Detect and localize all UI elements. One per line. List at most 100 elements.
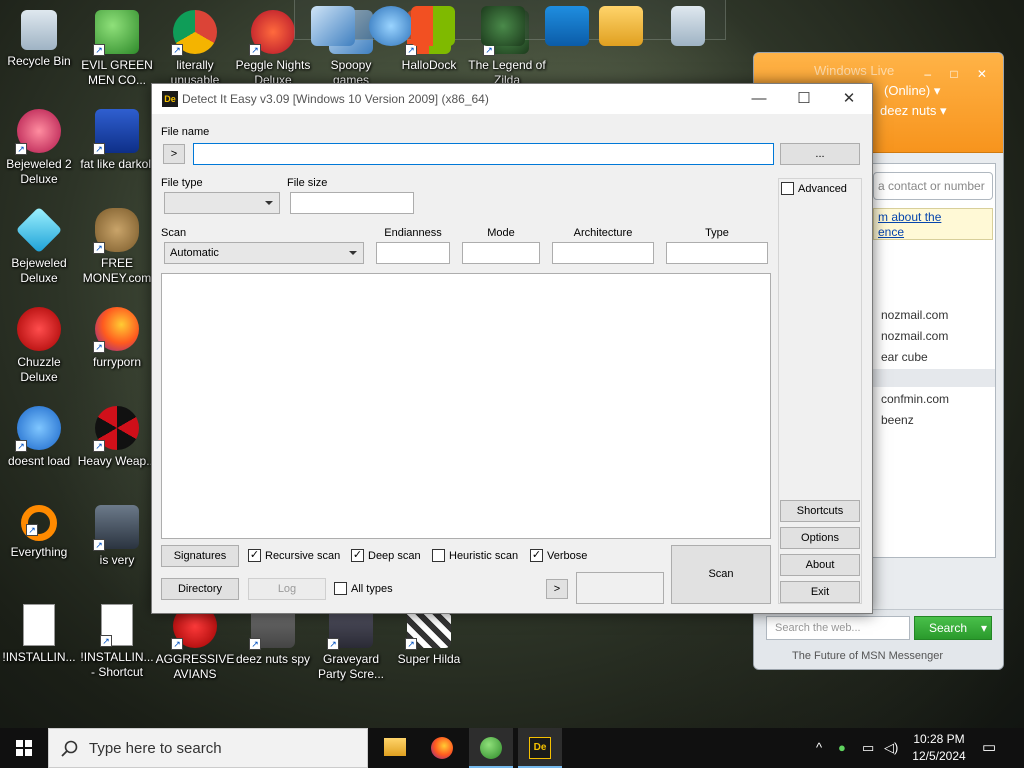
dock-hallodock-icon[interactable] [411,6,455,46]
signatures-button[interactable]: Signatures [161,545,239,567]
taskbar-detect-it-easy[interactable]: De [518,728,562,768]
taskbar-file-explorer[interactable] [372,728,416,768]
desktop-icon-is-very[interactable]: ↗ is very [77,499,157,568]
web-search-input[interactable]: Search the web... [766,616,910,640]
file-size-label: File size [287,177,328,189]
web-search-button[interactable]: Search ▾ [914,616,992,640]
window-title: Detect It Easy v3.09 [Windows 10 Version… [182,92,489,106]
messenger-footer-text: The Future of MSN Messenger [792,650,944,662]
dock-globe-icon[interactable] [369,6,413,46]
title-bar[interactable]: De Detect It Easy v3.09 [Windows 10 Vers… [152,84,872,114]
chuzzle-icon [17,307,61,351]
dock-zilda-icon[interactable] [481,6,525,46]
heuristic-scan-checkbox[interactable]: Heuristic scan [432,549,518,563]
dock-drive-icon[interactable] [545,6,589,46]
windows-logo-icon [16,740,32,756]
endianness-field [376,242,450,264]
desktop-icon-chuzzle[interactable]: Chuzzle Deluxe [0,301,79,385]
desktop-icon-fat-like-darkoli[interactable]: ↗ fat like darkoli [77,103,157,172]
money-bag-icon: ↗ [93,208,139,254]
file-name-arrow-button[interactable]: > [163,144,185,164]
network-icon[interactable]: ▭ [862,740,874,756]
type-label: Type [705,227,729,239]
deep-scan-checkbox[interactable]: ✓ Deep scan [351,549,421,563]
firefox-icon [431,737,453,759]
desktop-icon-literally-unusable[interactable]: ↗ literally unusable [155,4,235,88]
scan-results-panel[interactable] [161,273,771,539]
progress-field [576,572,664,604]
file-size-field[interactable] [290,192,414,214]
mode-label: Mode [487,227,515,239]
contact-item[interactable]: ear cube [881,350,928,364]
desktop-icon-furryporn[interactable]: ↗ furryporn [77,301,157,370]
notifications-icon[interactable]: ▭ [982,738,996,756]
system-clock[interactable]: 10:28 PM 12/5/2024 [906,731,972,765]
contact-search-input[interactable]: a contact or number [873,172,993,200]
options-button[interactable]: Options [780,527,860,549]
desktop-icon-evil-green-men[interactable]: ↗ EVIL GREEN MEN CO... [77,4,157,88]
desktop-icon-recycle-bin[interactable]: Recycle Bin [0,4,79,69]
scan-label: Scan [161,227,187,239]
advanced-checkbox[interactable]: Advanced [781,182,847,196]
contact-item[interactable]: confmin.com [881,392,949,406]
file-name-label: File name [161,126,210,138]
volume-icon[interactable]: ◁) [884,740,898,756]
news-ticker[interactable]: m about the ence [873,208,993,240]
messenger-tray-icon[interactable]: ● [838,740,846,755]
desktop-icon-bejeweled-2[interactable]: ↗ Bejeweled 2 Deluxe [0,103,79,187]
desktop-icon-free-money[interactable]: ↗ FREE MONEY.com [77,202,157,286]
scan-button[interactable]: Scan [671,545,771,604]
start-button[interactable] [0,728,48,768]
directory-button[interactable]: Directory [161,578,239,600]
firefox-icon: ↗ [93,307,139,353]
desktop-icon-installing[interactable]: !INSTALLIN... [0,598,79,665]
taskbar-firefox[interactable] [420,728,464,768]
dock-folder-icon[interactable] [599,6,643,46]
peggle-icon: ↗ [249,10,295,56]
exit-button[interactable]: Exit [780,581,860,603]
desktop-icon-bejeweled[interactable]: Bejeweled Deluxe [0,202,79,286]
close-button[interactable]: ✕ [826,84,872,114]
search-icon [61,740,78,757]
dock-recycle-bin-icon[interactable] [671,6,705,46]
chevron-down-icon [265,201,273,205]
recycle-bin-icon [21,10,57,50]
desktop-icon-heavy-weapon[interactable]: ↗ Heavy Weap... [77,400,157,469]
chevron-down-icon[interactable]: ▾ [981,617,987,639]
contact-item[interactable]: nozmail.com [881,308,948,322]
maximize-button[interactable]: ☐ [781,84,827,114]
desktop-icon-doesnt-load[interactable]: ↗ doesnt load [0,400,79,469]
messenger-window-controls[interactable]: – □ ✕ [924,67,995,81]
text-file-shortcut-icon: ↗ [100,604,133,647]
text-file-icon [23,604,55,646]
chevron-up-icon[interactable]: ^ [816,740,822,755]
recursive-scan-checkbox[interactable]: ✓ Recursive scan [248,549,340,563]
mode-field [462,242,540,264]
minimize-button[interactable]: — [736,84,782,114]
file-name-input[interactable] [193,143,774,165]
progress-arrow-button[interactable]: > [546,579,568,599]
thunderbird-icon: ↗ [15,406,61,452]
messenger-icon: ↗ [93,10,139,56]
file-type-select[interactable] [164,192,280,214]
contact-item[interactable]: beenz [881,413,914,427]
radiation-icon: ↗ [93,406,139,452]
all-types-checkbox[interactable]: All types [334,582,393,596]
shortcuts-button[interactable]: Shortcuts [780,500,860,522]
desktop-icon-everything[interactable]: ↗ Everything [0,499,79,560]
browse-file-button[interactable]: ... [780,143,860,165]
chevron-down-icon [349,251,357,255]
about-button[interactable]: About [780,554,860,576]
scan-mode-select[interactable]: Automatic [164,242,364,264]
messenger-footer-area: Search the web... Search ▾ The Future of… [754,609,1003,669]
desktop-icon-installing-shortcut[interactable]: ↗ !INSTALLIN... - Shortcut [77,598,157,680]
taskbar-messenger[interactable] [469,728,513,768]
architecture-field [552,242,654,264]
dock-computers-icon[interactable] [311,6,355,46]
top-dock [294,0,726,46]
chrome-icon: ↗ [171,10,217,56]
diamond-icon [15,206,63,254]
contact-item[interactable]: nozmail.com [881,329,948,343]
verbose-checkbox[interactable]: ✓ Verbose [530,549,587,563]
taskbar-search-box[interactable]: Type here to search [48,728,368,768]
